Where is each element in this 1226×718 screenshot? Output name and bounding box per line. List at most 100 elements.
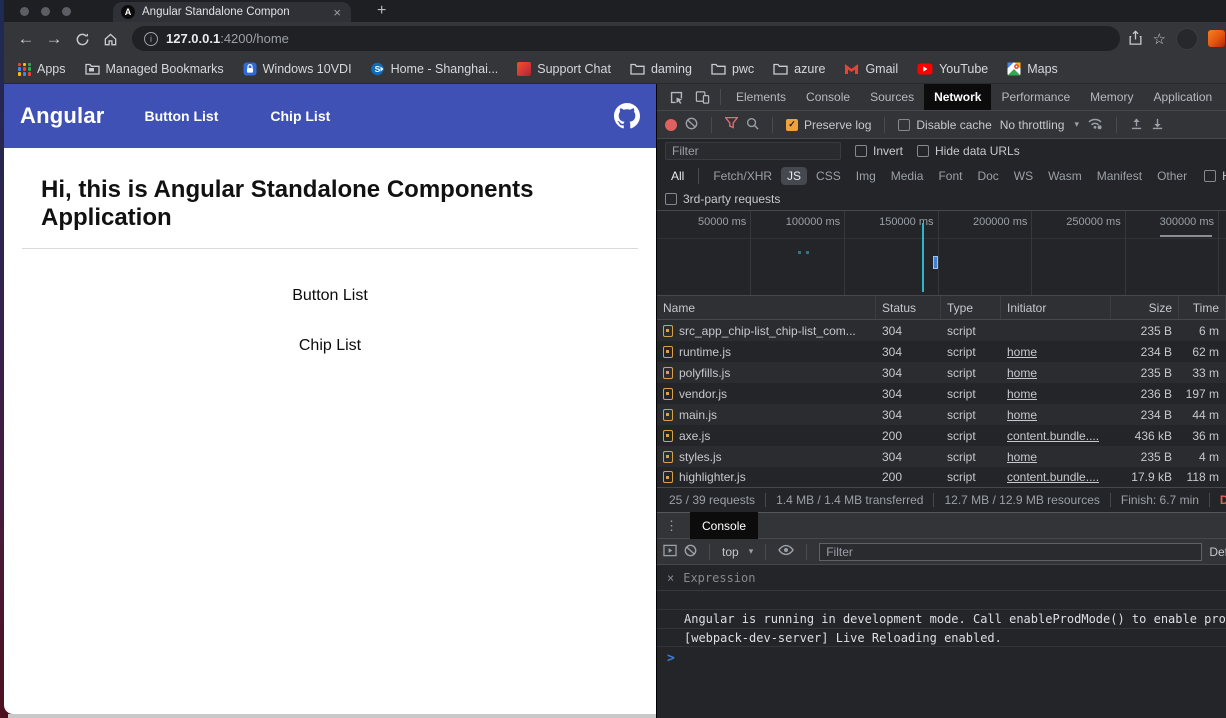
site-info-icon[interactable]: i <box>144 32 158 46</box>
throttling-dropdown[interactable]: No throttling ▾ <box>1000 118 1079 132</box>
browser-tab[interactable]: A Angular Standalone Compon × <box>113 2 351 22</box>
request-initiator[interactable]: content.bundle.... <box>1001 467 1111 487</box>
console-context-dropdown[interactable]: top ▾ <box>722 545 753 559</box>
app-brand[interactable]: Angular <box>20 103 105 129</box>
hide-data-urls-checkbox[interactable]: Hide data URLs <box>917 144 1020 158</box>
inspect-element-icon[interactable] <box>663 84 689 111</box>
record-network-log-button[interactable] <box>665 119 677 131</box>
tab-network[interactable]: Network <box>924 84 991 111</box>
minimize-window-button[interactable] <box>41 7 50 16</box>
request-initiator[interactable]: home <box>1001 362 1111 383</box>
column-header-name[interactable]: Name <box>657 296 876 319</box>
address-bar[interactable]: i 127.0.0.1:4200/home <box>132 26 1120 51</box>
forward-button[interactable]: → <box>40 29 68 49</box>
bookmark-windows-10vdi[interactable]: Windows 10VDI <box>243 62 352 76</box>
network-request-row[interactable]: vendor.js 304 script home 236 B 197 m <box>657 383 1226 404</box>
filter-doc[interactable]: Doc <box>971 167 1004 185</box>
close-tab-icon[interactable]: × <box>331 5 343 20</box>
bookmark-star-icon[interactable]: ☆ <box>1153 30 1166 48</box>
window-controls[interactable] <box>4 0 89 22</box>
close-window-button[interactable] <box>20 7 29 16</box>
close-icon[interactable]: × <box>667 571 674 585</box>
filter-ws[interactable]: WS <box>1008 167 1039 185</box>
new-tab-button[interactable]: + <box>377 2 386 22</box>
network-filter-input[interactable] <box>665 142 841 160</box>
filter-font[interactable]: Font <box>932 167 968 185</box>
tab-application[interactable]: Application <box>1143 84 1222 111</box>
tab-memory[interactable]: Memory <box>1080 84 1143 111</box>
url-text[interactable]: 127.0.0.1:4200/home <box>166 31 289 46</box>
home-button[interactable] <box>96 29 124 49</box>
filter-toggle-icon[interactable] <box>725 117 738 132</box>
network-conditions-icon[interactable] <box>1087 117 1103 133</box>
network-request-row[interactable]: runtime.js 304 script home 234 B 62 m <box>657 341 1226 362</box>
bookmark-youtube[interactable]: YouTube <box>917 62 988 76</box>
nav-button-list[interactable]: Button List <box>145 108 219 124</box>
bookmark-folder-azure[interactable]: azure <box>773 62 825 76</box>
bookmark-folder-daming[interactable]: daming <box>630 62 692 76</box>
clear-console-icon[interactable] <box>684 544 697 560</box>
profile-avatar[interactable] <box>1176 28 1198 50</box>
tab-elements[interactable]: Elements <box>726 84 796 111</box>
invert-checkbox[interactable]: Invert <box>855 144 903 158</box>
console-prompt[interactable]: > <box>657 647 1226 669</box>
bookmark-support-chat[interactable]: Support Chat <box>517 62 611 76</box>
filter-media[interactable]: Media <box>885 167 930 185</box>
column-header-time[interactable]: Time <box>1179 296 1226 319</box>
filter-css[interactable]: CSS <box>810 167 847 185</box>
request-initiator[interactable]: content.bundle.... <box>1001 425 1111 446</box>
network-request-row[interactable]: src_app_chip-list_chip-list_com... 304 s… <box>657 320 1226 341</box>
zoom-window-button[interactable] <box>62 7 71 16</box>
reload-button[interactable] <box>68 29 96 49</box>
bookmark-managed-bookmarks[interactable]: Managed Bookmarks <box>85 62 224 76</box>
clear-network-log-icon[interactable] <box>685 117 698 133</box>
default-levels-dropdown[interactable]: Def <box>1209 545 1226 559</box>
extension-icon[interactable] <box>1208 30 1225 47</box>
preserve-log-checkbox[interactable]: ✓ Preserve log <box>786 118 871 132</box>
link-chip-list[interactable]: Chip List <box>4 337 656 355</box>
drawer-tab-console[interactable]: Console <box>690 512 758 539</box>
console-filter-input[interactable] <box>819 543 1202 561</box>
network-request-row[interactable]: axe.js 200 script content.bundle.... 436… <box>657 425 1226 446</box>
drawer-menu-icon[interactable]: ⋮ <box>657 518 686 534</box>
column-header-status[interactable]: Status <box>876 296 941 319</box>
tab-sources[interactable]: Sources <box>860 84 924 111</box>
tab-console[interactable]: Console <box>796 84 860 111</box>
bookmark-maps[interactable]: Maps <box>1007 62 1058 76</box>
has-blocked-cookies-checkbox[interactable]: Has blocked c <box>1204 169 1226 183</box>
filter-manifest[interactable]: Manifest <box>1091 167 1148 185</box>
filter-all[interactable]: All <box>665 167 690 185</box>
bookmark-home-shanghai[interactable]: S Home - Shanghai... <box>371 62 499 76</box>
bookmark-folder-pwc[interactable]: pwc <box>711 62 754 76</box>
column-header-initiator[interactable]: Initiator <box>1001 296 1111 319</box>
live-expression-row[interactable]: × Expression <box>657 565 1226 591</box>
device-toolbar-icon[interactable] <box>689 84 715 111</box>
back-button[interactable]: ← <box>12 29 40 49</box>
tab-performance[interactable]: Performance <box>991 84 1080 111</box>
filter-img[interactable]: Img <box>850 167 882 185</box>
live-expression-eye-icon[interactable] <box>778 544 794 559</box>
request-initiator[interactable]: home <box>1001 341 1111 362</box>
github-link[interactable] <box>614 103 640 129</box>
network-request-row[interactable]: main.js 304 script home 234 B 44 m <box>657 404 1226 425</box>
request-initiator[interactable]: home <box>1001 446 1111 467</box>
export-har-icon[interactable] <box>1151 117 1164 133</box>
network-request-row[interactable]: styles.js 304 script home 235 B 4 m <box>657 446 1226 467</box>
filter-other[interactable]: Other <box>1151 167 1193 185</box>
disable-cache-checkbox[interactable]: Disable cache <box>898 118 991 132</box>
nav-chip-list[interactable]: Chip List <box>270 108 330 124</box>
column-header-size[interactable]: Size <box>1111 296 1179 319</box>
bookmark-apps[interactable]: Apps <box>18 62 66 76</box>
column-header-type[interactable]: Type <box>941 296 1001 319</box>
import-har-icon[interactable] <box>1130 117 1143 133</box>
console-sidebar-toggle-icon[interactable] <box>663 544 677 560</box>
filter-wasm[interactable]: Wasm <box>1042 167 1088 185</box>
share-icon[interactable] <box>1128 30 1143 48</box>
request-initiator[interactable]: home <box>1001 404 1111 425</box>
link-button-list[interactable]: Button List <box>4 287 656 305</box>
network-overview-timeline[interactable]: 50000 ms 100000 ms 150000 ms 200000 ms 2… <box>657 211 1226 296</box>
third-party-requests-checkbox[interactable]: 3rd-party requests <box>665 192 780 206</box>
bookmark-gmail[interactable]: Gmail <box>844 62 898 76</box>
network-request-row[interactable]: highlighter.js 200 script content.bundle… <box>657 467 1226 488</box>
filter-fetch-xhr[interactable]: Fetch/XHR <box>707 167 778 185</box>
